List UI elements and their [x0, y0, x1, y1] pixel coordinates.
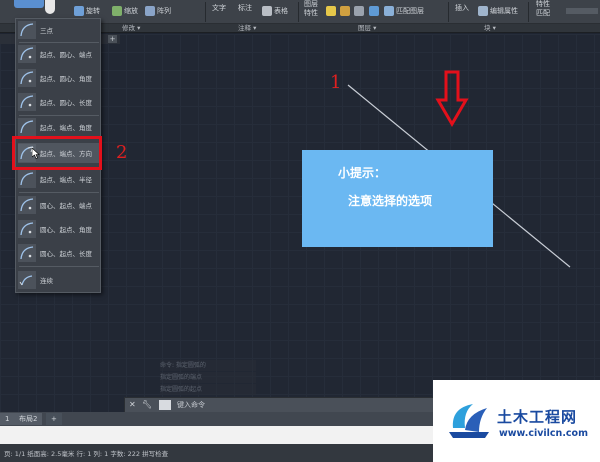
- arc-start-center-length-icon: [18, 93, 36, 111]
- tip-body: 注意选择的选项: [348, 194, 433, 208]
- menu-item-start-center-end[interactable]: 起点、圆心、端点: [18, 44, 100, 64]
- command-line[interactable]: ✕ 🔧︎ 键入命令: [124, 397, 434, 413]
- menu-item-center-start-end[interactable]: 圆心、起点、端点: [18, 195, 100, 215]
- annotation-number-1: 1: [330, 72, 342, 93]
- menu-item-continue[interactable]: 连续: [18, 270, 100, 290]
- menu-item-arc-3point[interactable]: 三点: [18, 20, 100, 40]
- arc-start-end-radius-icon: [18, 170, 36, 188]
- highlight-box: [12, 136, 102, 170]
- menu-item-start-end-angle[interactable]: 起点、端点、角度: [18, 117, 100, 137]
- menu-item-center-start-angle[interactable]: 圆心、起点、角度: [18, 219, 100, 239]
- annotation-number-2: 2: [116, 142, 128, 163]
- menu-item-start-center-length[interactable]: 起点、圆心、长度: [18, 92, 100, 112]
- command-history: 命令: 指定圆弧的 指定圆弧的端点 指定圆弧的起点: [160, 360, 256, 395]
- status-text: 页: 1/1 纸面高: 2.5毫米 行: 1 列: 1 字数: 222 拼写检查: [4, 450, 169, 458]
- watermark-site-name: 土木工程网: [497, 408, 578, 426]
- watermark-url: www.civilcn.com: [499, 428, 588, 439]
- menu-item-start-center-angle[interactable]: 起点、圆心、角度: [18, 68, 100, 88]
- tip-title: 小提示：: [338, 166, 387, 180]
- menu-separator: [19, 192, 99, 193]
- tab-layout2[interactable]: 布局2: [14, 413, 43, 425]
- command-history-line: 指定圆弧的端点: [160, 372, 256, 383]
- tab-layout1[interactable]: 1: [0, 413, 15, 425]
- arc-start-center-end-icon: [18, 45, 36, 63]
- arc-center-start-angle-icon: [18, 220, 36, 238]
- watermark: 土木工程网 www.civilcn.com: [433, 380, 600, 462]
- command-history-line: 命令: 指定圆弧的: [160, 360, 256, 371]
- mouse-cursor-icon: [32, 148, 40, 159]
- close-icon[interactable]: ✕: [129, 400, 136, 409]
- command-history-line: 指定圆弧的起点: [160, 384, 256, 395]
- arc-start-end-angle-icon: [18, 118, 36, 136]
- menu-separator: [19, 115, 99, 116]
- tip-box: 小提示： 注意选择的选项: [302, 150, 493, 247]
- command-dropdown-icon[interactable]: [159, 400, 171, 410]
- civilcn-logo-icon: [449, 404, 489, 438]
- arc-start-center-angle-icon: [18, 69, 36, 87]
- arc-continue-icon: [18, 271, 36, 289]
- menu-item-center-start-length[interactable]: 圆心、起点、长度: [18, 243, 100, 263]
- down-arrow-icon: [435, 70, 469, 127]
- wrench-icon[interactable]: 🔧︎: [142, 400, 152, 409]
- menu-item-start-end-radius[interactable]: 起点、端点、半径: [18, 169, 100, 189]
- command-input[interactable]: 键入命令: [177, 400, 205, 410]
- arc-3point-icon: [18, 21, 36, 39]
- arc-center-start-length-icon: [18, 244, 36, 262]
- arc-center-start-end-icon: [18, 196, 36, 214]
- menu-separator: [19, 266, 99, 267]
- add-layout-button[interactable]: +: [46, 413, 62, 425]
- menu-separator: [19, 42, 99, 43]
